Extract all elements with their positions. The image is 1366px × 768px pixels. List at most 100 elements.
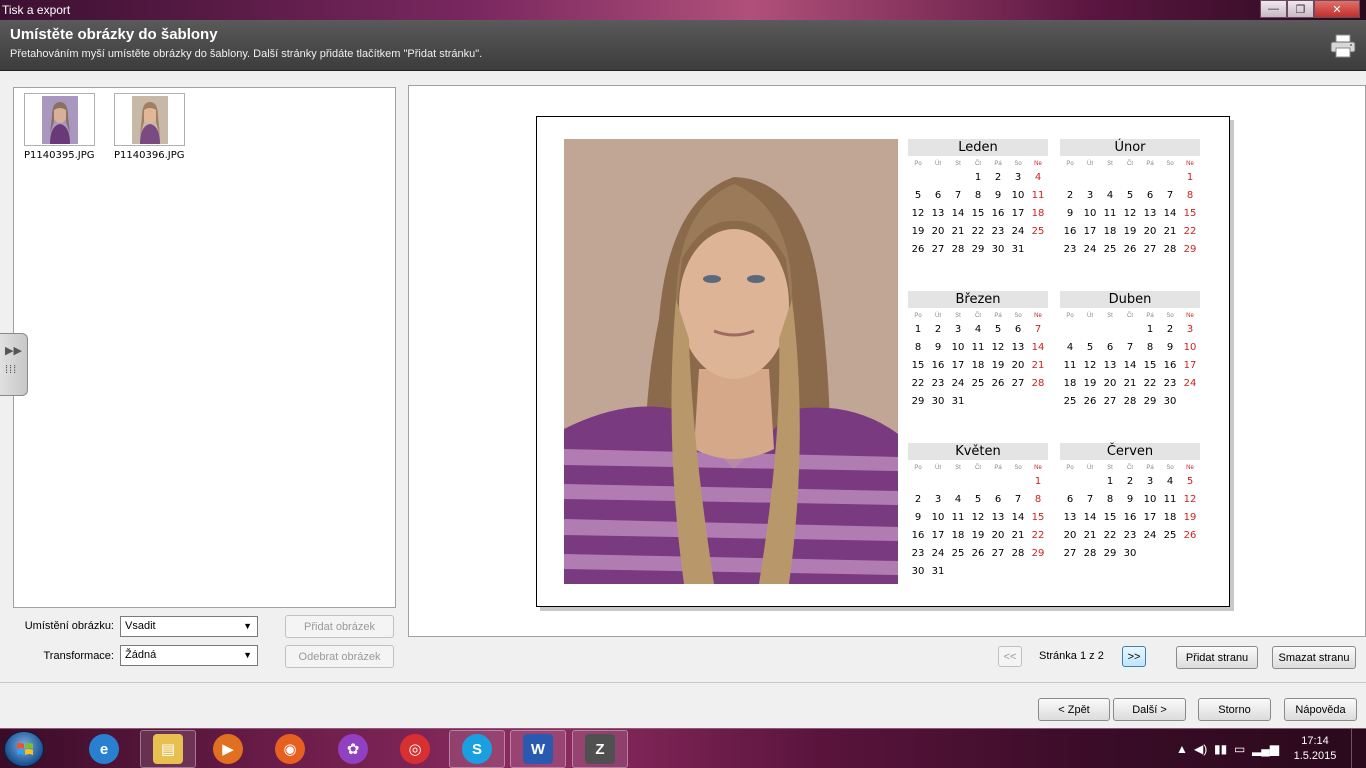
taskbar-app-button[interactable]: e: [76, 730, 132, 768]
close-button[interactable]: ✕: [1314, 0, 1360, 18]
day-cell: 19: [971, 530, 985, 541]
day-cell: 23: [1063, 244, 1077, 255]
taskbar-app-button[interactable]: W: [510, 730, 566, 768]
day-header: Po: [914, 313, 922, 319]
day-cell: 25: [971, 378, 985, 389]
day-header: Út: [1087, 161, 1093, 167]
day-cell: 5: [994, 324, 1002, 335]
minimize-button[interactable]: —: [1260, 0, 1287, 18]
day-cell: 8: [974, 190, 982, 201]
firefox-icon: ◉: [275, 734, 305, 764]
day-cell: 21: [1163, 226, 1177, 237]
maximize-button[interactable]: ❐: [1287, 0, 1314, 18]
empty-day-cell: [1140, 169, 1160, 187]
template-preview[interactable]: Leden Po Út St Čt Pá So Ne 1 2 3 4 5 6 7 8 9 10 11 12 13 14 15…: [408, 85, 1366, 637]
day-cell: 4: [954, 494, 962, 505]
taskbar-app-button[interactable]: Z: [572, 730, 628, 768]
day-cell: 30: [931, 396, 945, 407]
day-cell: 18: [1063, 378, 1077, 389]
taskbar-app-button[interactable]: ▶: [200, 730, 256, 768]
month-name: Duben: [1060, 291, 1200, 308]
empty-day-cell: [1080, 321, 1100, 339]
back-button[interactable]: < Zpět: [1038, 698, 1110, 721]
cancel-button[interactable]: Storno: [1198, 698, 1271, 721]
signal-icon[interactable]: ▂▄▆: [1252, 742, 1279, 756]
day-header: Ne: [1034, 465, 1042, 471]
remove-image-button[interactable]: Odebrat obrázek: [285, 645, 394, 668]
day-cell: 19: [1083, 378, 1097, 389]
volume-icon[interactable]: ◀): [1194, 742, 1207, 756]
day-cell: 26: [991, 378, 1005, 389]
day-cell: 11: [951, 512, 965, 523]
day-header: Čt: [975, 313, 981, 319]
day-cell: 30: [911, 566, 925, 577]
day-cell: 23: [911, 548, 925, 559]
panel-toggle-tab[interactable]: ▶▶ ⁞⁞⁞: [0, 333, 28, 396]
next-page-button[interactable]: >>: [1122, 646, 1146, 667]
day-cell: 24: [1183, 378, 1197, 389]
taskbar-app-button[interactable]: ◉: [262, 730, 318, 768]
calendar-month: Březen Po Út St Čt Pá So Ne 1 2 3 4 5 6 7 8 9 10 11 12 13 14 1…: [908, 291, 1048, 411]
placement-select[interactable]: Vsadit ▼: [120, 616, 258, 637]
day-cell: 10: [1083, 208, 1097, 219]
day-cell: 24: [931, 548, 945, 559]
image-thumbnail[interactable]: P1140396.JPG: [114, 93, 186, 161]
window-title-bar[interactable]: Tisk a export — ❐ ✕: [0, 0, 1366, 20]
taskbar-app-button[interactable]: ▤: [140, 730, 196, 768]
add-image-button[interactable]: Přidat obrázek: [285, 615, 394, 638]
day-cell: 11: [971, 342, 985, 353]
day-header: Po: [1066, 161, 1074, 167]
day-cell: 20: [1011, 360, 1025, 371]
day-cell: 12: [1083, 360, 1097, 371]
day-cell: 1: [1146, 324, 1154, 335]
day-cell: 16: [1163, 360, 1177, 371]
taskbar-app-button[interactable]: ◎: [387, 730, 443, 768]
taskbar-app-button[interactable]: S: [449, 730, 505, 768]
day-cell: 15: [1143, 360, 1157, 371]
day-cell: 17: [931, 530, 945, 541]
day-cell: 2: [914, 494, 922, 505]
power-icon[interactable]: ▭: [1234, 742, 1245, 756]
day-header: Čt: [1127, 465, 1133, 471]
day-cell: 2: [994, 172, 1002, 183]
day-header: So: [1166, 465, 1174, 471]
placed-photo[interactable]: [564, 139, 898, 584]
day-header: St: [955, 313, 961, 319]
help-button[interactable]: Nápověda: [1284, 698, 1357, 721]
image-list[interactable]: P1140395.JPG P1140396.JPG: [13, 87, 396, 608]
day-cell: 29: [1103, 548, 1117, 559]
day-cell: 14: [951, 208, 965, 219]
next-button[interactable]: Další >: [1113, 698, 1186, 721]
day-cell: 27: [1063, 548, 1077, 559]
photo-thumbnail: [131, 95, 168, 144]
network-icon[interactable]: ▮▮: [1214, 742, 1227, 756]
day-cell: 8: [1034, 494, 1042, 505]
day-cell: 15: [971, 208, 985, 219]
day-cell: 24: [1143, 530, 1157, 541]
empty-day-cell: [968, 473, 988, 491]
show-desktop-button[interactable]: [1351, 729, 1366, 768]
day-cell: 11: [1063, 360, 1077, 371]
system-clock[interactable]: 17:14 1.5.2015: [1290, 734, 1340, 764]
taskbar-app-button[interactable]: ✿: [325, 730, 381, 768]
add-page-button[interactable]: Přidat stranu: [1176, 646, 1258, 669]
day-header: Ne: [1186, 313, 1194, 319]
delete-page-button[interactable]: Smazat stranu: [1272, 646, 1356, 669]
empty-day-cell: [948, 473, 968, 491]
day-cell: 18: [1031, 208, 1045, 219]
start-button[interactable]: [4, 731, 44, 767]
calendar-page[interactable]: Leden Po Út St Čt Pá So Ne 1 2 3 4 5 6 7 8 9 10 11 12 13 14 15…: [536, 116, 1230, 607]
day-cell: 8: [1186, 190, 1194, 201]
day-cell: 28: [1083, 548, 1097, 559]
empty-day-cell: [1060, 169, 1080, 187]
previous-page-button[interactable]: <<: [998, 646, 1022, 667]
show-hidden-icons-icon[interactable]: ▲: [1176, 742, 1188, 756]
day-cell: 9: [994, 190, 1002, 201]
image-thumbnail[interactable]: P1140395.JPG: [24, 93, 96, 161]
day-cell: 27: [1011, 378, 1025, 389]
day-cell: 22: [1103, 530, 1117, 541]
day-cell: 18: [1103, 226, 1117, 237]
empty-day-cell: [1080, 473, 1100, 491]
transform-select[interactable]: Žádná ▼: [120, 645, 258, 666]
day-cell: 10: [1143, 494, 1157, 505]
